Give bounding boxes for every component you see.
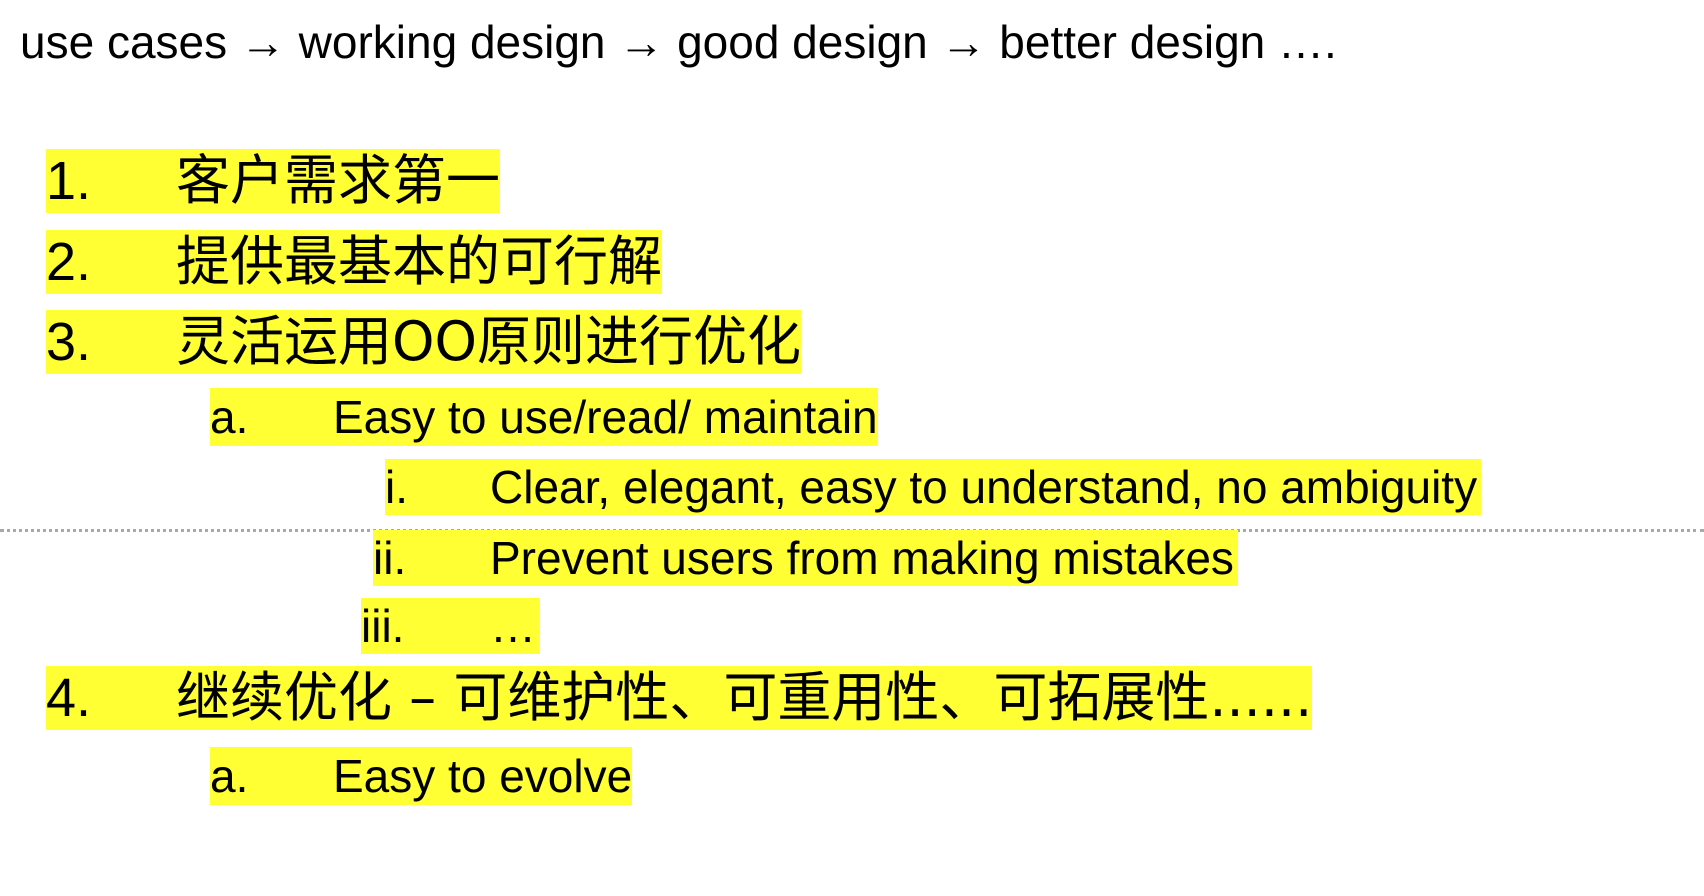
list-marker: a. [210, 750, 249, 802]
page-heading: use cases → working design → good design… [20, 16, 1337, 68]
list-marker: i. [385, 461, 408, 513]
list-subitem-3a-ii: ii. Prevent users from making mistakes [373, 530, 1238, 586]
list-item-text: … [490, 600, 536, 652]
list-subitem-3a-i: i. Clear, elegant, easy to understand, n… [385, 459, 1482, 515]
list-marker: 3. [46, 312, 92, 372]
list-marker: iii. [361, 600, 405, 652]
list-item-2: 2. 提供最基本的可行解 [46, 230, 662, 294]
list-item-4: 4. 继续优化 – 可维护性、可重用性、可拓展性...... [46, 666, 1313, 730]
list-item-text: Prevent users from making mistakes [490, 532, 1234, 584]
list-marker: 1. [46, 151, 92, 211]
list-item-text: Easy to evolve [333, 750, 633, 802]
list-marker: 2. [46, 232, 92, 292]
list-marker: 4. [46, 668, 92, 728]
list-item-text: 继续优化 – 可维护性、可重用性、可拓展性...... [176, 666, 1313, 729]
list-item-text: 灵活运用OO原则进行优化 [176, 310, 802, 373]
list-subitem-3a-iii: iii. … [361, 598, 540, 654]
list-marker: a. [210, 391, 249, 443]
list-item-3: 3. 灵活运用OO原则进行优化 [46, 310, 802, 374]
list-subitem-4a: a. Easy to evolve [210, 747, 633, 805]
list-item-text: Easy to use/read/ maintain [333, 391, 878, 443]
list-item-text: Clear, elegant, easy to understand, no a… [490, 461, 1478, 513]
list-marker: ii. [373, 532, 407, 584]
list-item-1: 1. 客户需求第一 [46, 149, 500, 213]
list-item-text: 提供最基本的可行解 [176, 230, 662, 293]
list-subitem-3a: a. Easy to use/read/ maintain [210, 388, 878, 446]
list-item-text: 客户需求第一 [176, 149, 500, 212]
